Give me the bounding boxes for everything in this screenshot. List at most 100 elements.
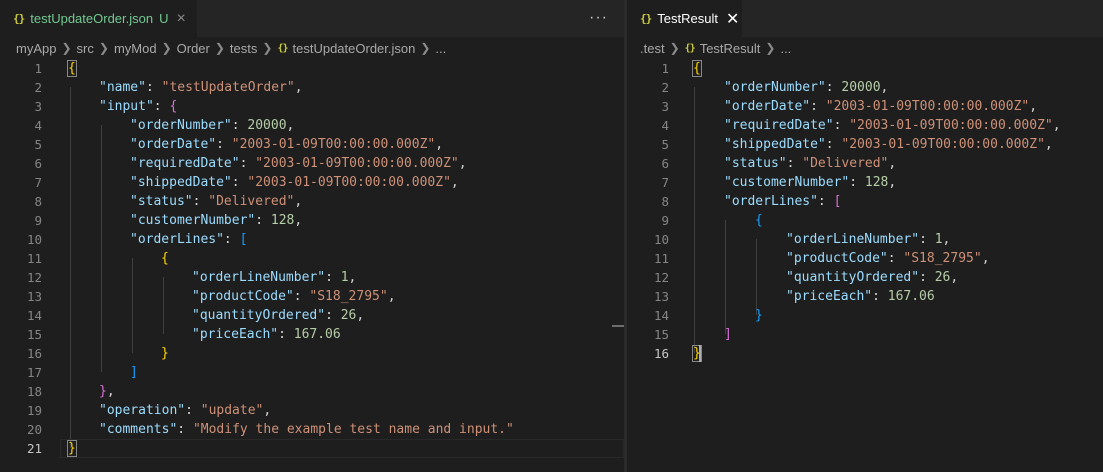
close-brace: } [67,440,77,457]
line-number: 12 [26,270,42,285]
line-number: 7 [661,175,669,190]
json-key: "customerNumber" [724,175,850,190]
code-line-active: 21} [0,439,624,458]
code-line: 9{ [627,211,1103,230]
line-number: 17 [26,365,42,380]
line-number: 4 [34,118,42,133]
json-file-icon: {} [684,42,696,54]
breadcrumb-item-ellipsis[interactable]: ... [435,41,446,56]
chevron-right-icon: ❯ [765,41,776,55]
breadcrumb-item-test[interactable]: .test [640,41,665,56]
breadcrumb-item-tests[interactable]: tests [230,41,257,56]
tab-test-update-order[interactable]: {} testUpdateOrder.json U × [0,0,197,37]
json-value: "2003-01-09T00:00:00.000Z" [255,156,459,171]
json-value: "S18_2795" [309,289,388,304]
json-key: "comments" [99,422,178,437]
json-value: "update" [200,403,264,418]
breadcrumb-item-order[interactable]: Order [177,41,210,56]
json-value: 1 [340,270,349,285]
code-line: 6 "requiredDate": "2003-01-09T00:00:00.00… [0,154,624,173]
json-key: "operation" [99,403,186,418]
close-icon[interactable]: × [177,10,186,28]
code-line: 15 "priceEach": 167.06 [0,325,624,344]
json-value: "Delivered" [208,194,295,209]
current-line-highlight [60,439,624,458]
json-value: 1 [934,232,943,247]
code-line: 11{ [0,249,624,268]
scrollbar-position-marker[interactable] [612,325,624,327]
tab-label: TestResult [657,11,718,26]
line-number: 10 [653,232,669,247]
code-line: 7 "customerNumber": 128, [627,173,1103,192]
line-number: 6 [34,156,42,171]
json-key: "orderLineNumber" [786,232,920,247]
open-brace: { [67,60,77,77]
open-brace: { [692,60,702,77]
json-key: "orderDate" [724,99,811,114]
code-line: 3 "input": { [0,97,624,116]
editor-group-left: {} testUpdateOrder.json U × ··· myApp ❯ … [0,0,624,472]
json-key: "priceEach" [192,327,279,342]
breadcrumb-item-myapp[interactable]: myApp [16,41,56,56]
code-editor[interactable]: 1{ 2 "orderNumber": 20000, 3 "orderDate": … [627,59,1103,472]
line-number: 14 [653,308,669,323]
code-line: 14 "quantityOrdered": 26, [0,306,624,325]
chevron-right-icon: ❯ [669,41,680,55]
line-number: 14 [26,308,42,323]
breadcrumb: myApp ❯ src ❯ myMod ❯ Order ❯ tests ❯ {}… [0,37,624,59]
line-number: 5 [661,137,669,152]
line-number: 13 [653,289,669,304]
line-number: 16 [653,346,669,361]
code-line: 20 "comments": "Modify the example test n… [0,420,624,439]
json-value: "2003-01-09T00:00:00.000Z" [841,137,1045,152]
chevron-right-icon: ❯ [262,41,273,55]
more-actions-icon[interactable]: ··· [589,9,608,27]
json-key: "requiredDate" [724,118,834,133]
tab-label: testUpdateOrder.json [30,11,154,26]
line-number: 8 [34,194,42,209]
json-key: "orderDate" [130,137,217,152]
chevron-right-icon: ❯ [214,41,225,55]
code-line: 16} [0,344,624,363]
line-number: 20 [26,422,42,437]
code-line: 15] [627,325,1103,344]
code-line: 2 "name": "testUpdateOrder", [0,78,624,97]
chevron-right-icon: ❯ [98,41,109,55]
line-number: 11 [26,251,42,266]
breadcrumb-item-ellipsis[interactable]: ... [780,41,791,56]
breadcrumb-item-file[interactable]: testUpdateOrder.json [293,41,416,56]
line-number: 19 [26,403,42,418]
line-number: 15 [653,327,669,342]
json-value: 128 [864,175,889,190]
breadcrumb-item-src[interactable]: src [77,41,94,56]
json-value: 20000 [247,118,287,133]
line-number: 9 [34,213,42,228]
line-number: 1 [34,61,42,76]
line-number: 16 [26,346,42,361]
chevron-right-icon: ❯ [161,41,172,55]
code-line: 8 "orderLines": [ [627,192,1103,211]
json-key: "shippedDate" [130,175,232,190]
json-value: "Modify the example test name and input.… [192,422,514,437]
close-icon[interactable]: ✕ [726,9,739,29]
json-key: "orderLines" [130,232,224,247]
line-number: 6 [661,156,669,171]
json-file-icon: {} [277,42,288,54]
breadcrumb-item-mymod[interactable]: myMod [114,41,157,56]
tab-bar: {} TestResult ✕ [627,0,1103,37]
code-line: 3 "orderDate": "2003-01-09T00:00:00.000Z"… [627,97,1103,116]
code-editor[interactable]: 1 { 2 "name": "testUpdateOrder", 3 "input":… [0,59,624,472]
line-number: 2 [661,80,669,95]
tab-test-result[interactable]: {} TestResult ✕ [627,0,742,37]
json-key: "productCode" [786,251,888,266]
text-cursor [699,345,701,362]
code-line: 5 "shippedDate": "2003-01-09T00:00:00.000… [627,135,1103,154]
chevron-right-icon: ❯ [61,41,72,55]
json-key: "priceEach" [786,289,873,304]
code-line: 13 "priceEach": 167.06 [627,287,1103,306]
breadcrumb-item-testresult[interactable]: TestResult [700,41,761,56]
code-line: 9 "customerNumber": 128, [0,211,624,230]
json-value: 128 [270,213,295,228]
code-line: 14} [627,306,1103,325]
code-line: 4 "orderNumber": 20000, [0,116,624,135]
